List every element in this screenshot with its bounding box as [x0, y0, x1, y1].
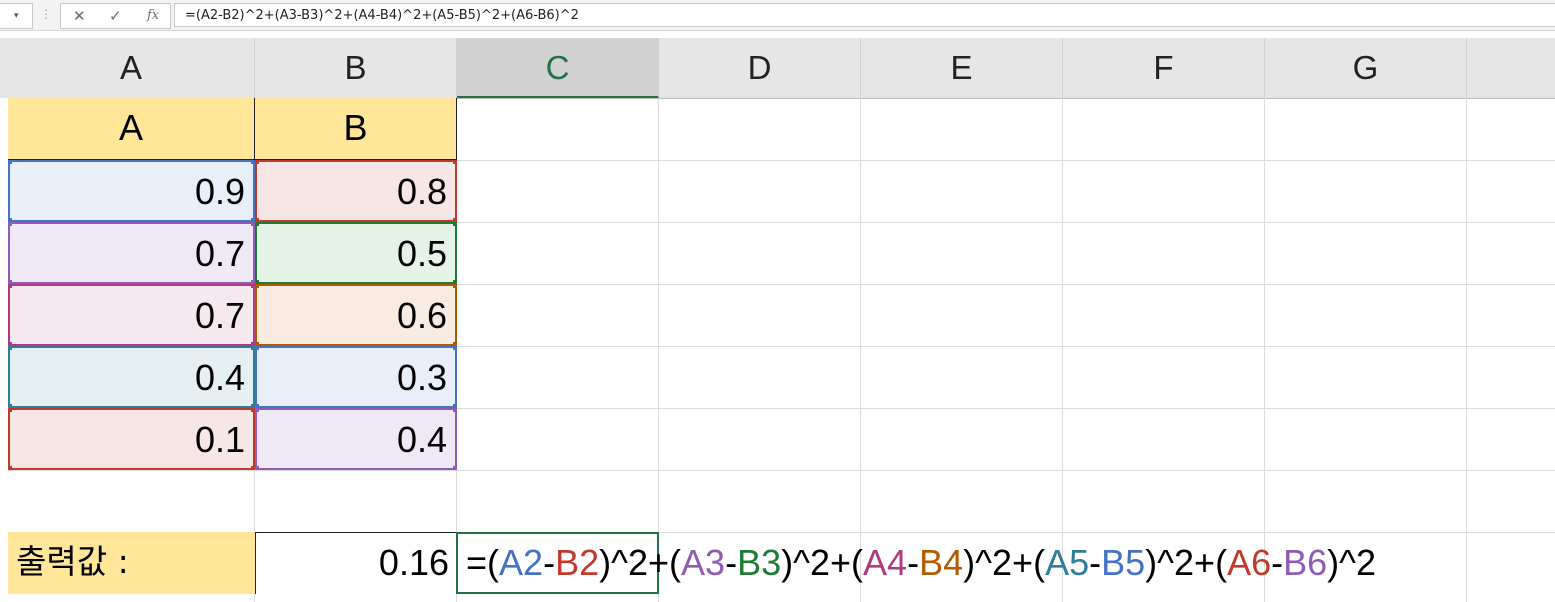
column-header-g[interactable]: G — [1265, 38, 1467, 98]
insert-function-icon[interactable]: fx — [147, 8, 159, 23]
table-header-a[interactable]: A — [8, 98, 255, 160]
formula-text: =(A2-B2)^2+(A3-B3)^2+(A4-B4)^2+(A5-B5)^2… — [466, 542, 1376, 583]
formula-token: A4 — [863, 542, 908, 583]
cell-b3[interactable]: 0.5 — [255, 222, 457, 284]
reference-handle[interactable] — [257, 466, 259, 468]
formula-token: B4 — [919, 542, 964, 583]
cell-b4[interactable]: 0.6 — [255, 284, 457, 346]
grip-icon: ⋮ — [40, 7, 52, 21]
formula-token: B6 — [1283, 542, 1328, 583]
formula-token: A6 — [1227, 542, 1272, 583]
reference-handle[interactable] — [453, 466, 455, 468]
enter-icon[interactable]: ✓ — [109, 7, 122, 25]
gridline — [658, 98, 659, 602]
formula-token: )^2+( — [781, 542, 864, 583]
cell-a4[interactable]: 0.7 — [8, 284, 255, 346]
cell-a3[interactable]: 0.7 — [8, 222, 255, 284]
formula-token: =( — [466, 542, 500, 583]
worksheet-grid[interactable]: A B C D E F G A B 0.9 0.8 0.7 0.5 0.7 0.… — [0, 38, 1555, 602]
reference-handle[interactable] — [257, 410, 259, 412]
formula-token: A5 — [1045, 542, 1090, 583]
column-header-b[interactable]: B — [255, 38, 457, 98]
formula-token: A2 — [499, 542, 544, 583]
formula-token: )^2+( — [963, 542, 1046, 583]
formula-token: - — [1089, 542, 1102, 583]
select-all-corner[interactable] — [0, 38, 8, 98]
gridline — [1264, 98, 1265, 602]
chevron-down-icon[interactable]: ▾ — [14, 10, 19, 21]
column-headers: A B C D E F G — [8, 38, 1555, 99]
name-box[interactable]: ▾ — [0, 3, 33, 29]
formula-bar: ▾ ⋮ ✕ ✓ fx =(A2-B2)^2+(A3-B3)^2+(A4-B4)^… — [0, 0, 1555, 31]
reference-handle[interactable] — [257, 348, 259, 350]
reference-handle[interactable] — [453, 410, 455, 412]
cell-b5[interactable]: 0.3 — [255, 346, 457, 408]
cell-a5[interactable]: 0.4 — [8, 346, 255, 408]
reference-handle[interactable] — [10, 162, 12, 164]
reference-handle[interactable] — [257, 286, 259, 288]
cancel-icon[interactable]: ✕ — [73, 7, 86, 25]
column-header-a[interactable]: A — [8, 38, 255, 98]
reference-handle[interactable] — [10, 348, 12, 350]
formula-token: B3 — [737, 542, 782, 583]
formula-edit-cell[interactable]: =(A2-B2)^2+(A3-B3)^2+(A4-B4)^2+(A5-B5)^2… — [456, 532, 1376, 594]
cell-b6[interactable]: 0.4 — [255, 408, 457, 470]
formula-token: B2 — [555, 542, 600, 583]
formula-input[interactable]: =(A2-B2)^2+(A3-B3)^2+(A4-B4)^2+(A5-B5)^2… — [174, 3, 1555, 27]
reference-handle[interactable] — [453, 162, 455, 164]
reference-handle[interactable] — [257, 162, 259, 164]
reference-handle[interactable] — [10, 410, 12, 412]
formula-token: )^2 — [1327, 542, 1377, 583]
reference-handle[interactable] — [453, 286, 455, 288]
column-header-d[interactable]: D — [659, 38, 861, 98]
gridline — [860, 98, 861, 602]
gridline — [1466, 98, 1467, 602]
formula-token: - — [725, 542, 738, 583]
cell-b2[interactable]: 0.8 — [255, 160, 457, 222]
reference-handle[interactable] — [10, 286, 12, 288]
reference-handle[interactable] — [453, 348, 455, 350]
gridline — [1062, 98, 1063, 602]
table-header-b[interactable]: B — [255, 98, 457, 160]
formula-token: - — [907, 542, 920, 583]
formula-buttons: ✕ ✓ fx — [60, 3, 171, 29]
reference-handle[interactable] — [257, 224, 259, 226]
column-header-e[interactable]: E — [861, 38, 1063, 98]
formula-token: B5 — [1101, 542, 1146, 583]
formula-token: )^2+( — [599, 542, 682, 583]
reference-handle[interactable] — [10, 224, 12, 226]
output-label[interactable]: 출력값 : — [8, 532, 255, 594]
formula-token: )^2+( — [1145, 542, 1228, 583]
reference-handle[interactable] — [453, 224, 455, 226]
cell-a6[interactable]: 0.1 — [8, 408, 255, 470]
reference-handle[interactable] — [10, 466, 12, 468]
gridline — [8, 470, 1555, 471]
formula-token: - — [1271, 542, 1284, 583]
output-value[interactable]: 0.16 — [255, 532, 457, 594]
formula-token: A3 — [681, 542, 726, 583]
column-header-f[interactable]: F — [1063, 38, 1265, 98]
formula-token: - — [543, 542, 556, 583]
cell-a2[interactable]: 0.9 — [8, 160, 255, 222]
column-header-c[interactable]: C — [457, 38, 659, 98]
